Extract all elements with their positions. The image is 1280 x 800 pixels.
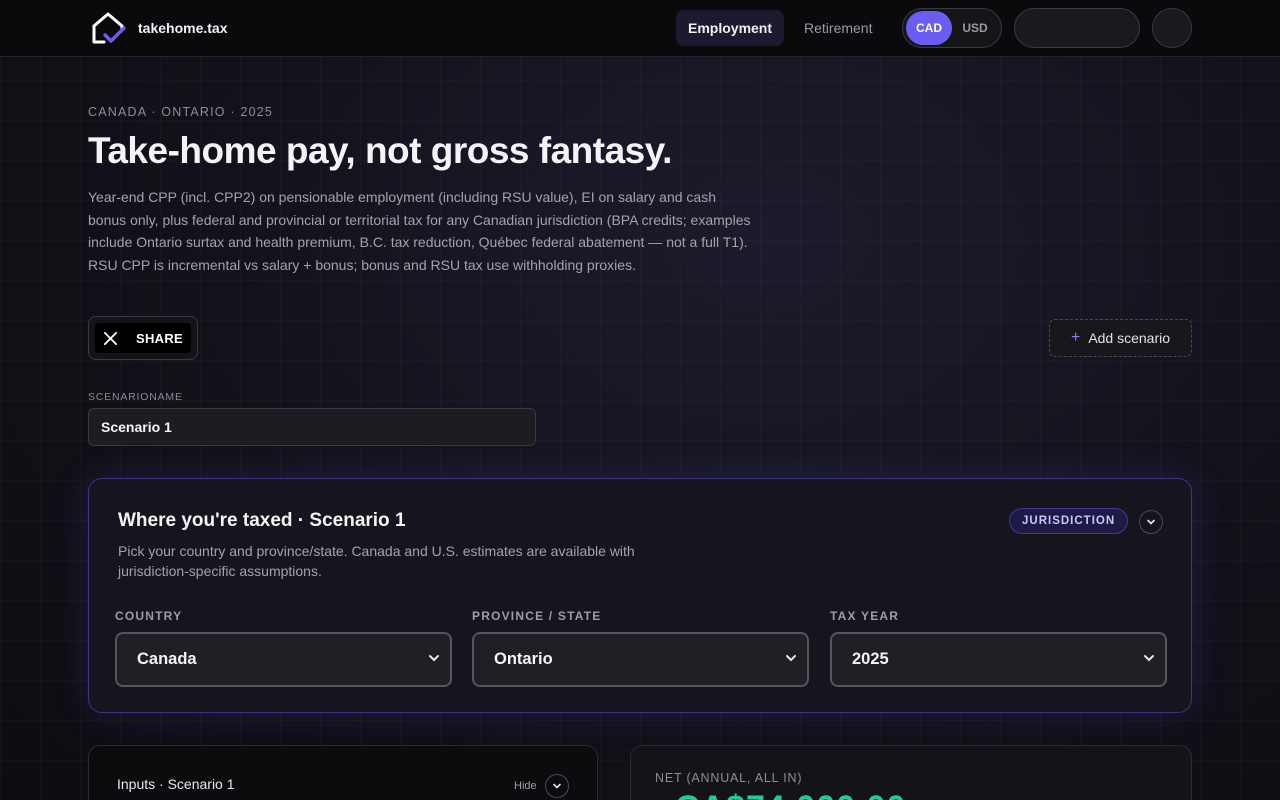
plus-icon: + <box>1070 329 1081 346</box>
main-nav: Employment Retirement <box>676 10 892 46</box>
add-scenario-label: Add scenario <box>1088 330 1171 346</box>
net-annual-label: NET (ANNUAL, ALL IN) <box>655 771 803 785</box>
currency-usd-option[interactable]: USD <box>952 11 998 45</box>
inputs-card: Inputs · Scenario 1 Hide <box>88 745 598 800</box>
chevron-down-icon <box>1144 655 1154 662</box>
house-check-icon <box>92 12 126 44</box>
tax-year-label: TAX YEAR <box>830 609 900 623</box>
country-value: Canada <box>137 650 197 668</box>
jurisdiction-badge: JURISDICTION <box>1009 508 1129 534</box>
page-description: Year-end CPP (incl. CPP2) on pensionable… <box>88 189 751 273</box>
currency-cad-option[interactable]: CAD <box>906 11 952 45</box>
province-value: Ontario <box>494 650 553 668</box>
country-select[interactable]: Canada <box>115 632 452 687</box>
chevron-down-icon <box>1147 519 1155 525</box>
province-label: PROVINCE / STATE <box>472 609 602 623</box>
brand-name: takehome.tax <box>138 20 228 36</box>
country-label: COUNTRY <box>115 609 183 623</box>
tax-year-select[interactable]: 2025 <box>830 632 1167 687</box>
add-scenario-button[interactable]: + Add scenario <box>1049 319 1192 357</box>
hide-inputs-button[interactable] <box>545 774 569 798</box>
jurisdiction-description: Pick your country and province/state. Ca… <box>118 543 635 579</box>
x-logo-icon <box>95 323 125 353</box>
brand-logo-link[interactable]: takehome.tax <box>90 10 227 46</box>
page-title: Take-home pay, not gross fantasy. <box>88 130 672 171</box>
chevron-down-icon <box>786 655 796 662</box>
share-on-x-button[interactable]: SHARE <box>95 323 191 353</box>
tax-year-value: 2025 <box>852 650 889 668</box>
scenario-name-label: SCENARIONAME <box>88 391 183 403</box>
top-bar: takehome.tax Employment Retirement CAD U… <box>0 0 1280 57</box>
inputs-title: Inputs · Scenario 1 <box>117 776 235 792</box>
chevron-down-icon <box>429 655 439 662</box>
net-pay-card: NET (ANNUAL, ALL IN) CA$74,000.00 <box>630 745 1192 800</box>
nav-retirement[interactable]: Retirement <box>792 10 884 46</box>
net-annual-value: CA$74,000.00 <box>675 789 906 800</box>
nav-employment[interactable]: Employment <box>676 10 785 46</box>
province-select[interactable]: Ontario <box>472 632 809 687</box>
currency-toggle[interactable]: CAD USD <box>902 8 1002 48</box>
theme-toggle-button[interactable] <box>1152 8 1192 48</box>
chevron-down-icon <box>553 783 561 789</box>
jurisdiction-title: Where you're taxed · Scenario 1 <box>118 510 406 531</box>
share-label: SHARE <box>136 330 184 346</box>
jurisdiction-card: Where you're taxed · Scenario 1 Pick you… <box>88 478 1192 713</box>
collapse-jurisdiction-button[interactable] <box>1139 510 1163 534</box>
share-container: SHARE <box>88 316 198 360</box>
account-button[interactable] <box>1014 8 1140 48</box>
location-eyebrow: CANADA · ONTARIO · 2025 <box>88 105 274 119</box>
hide-inputs-label[interactable]: Hide <box>514 780 537 792</box>
scenario-name-input[interactable]: Scenario 1 <box>88 408 536 446</box>
